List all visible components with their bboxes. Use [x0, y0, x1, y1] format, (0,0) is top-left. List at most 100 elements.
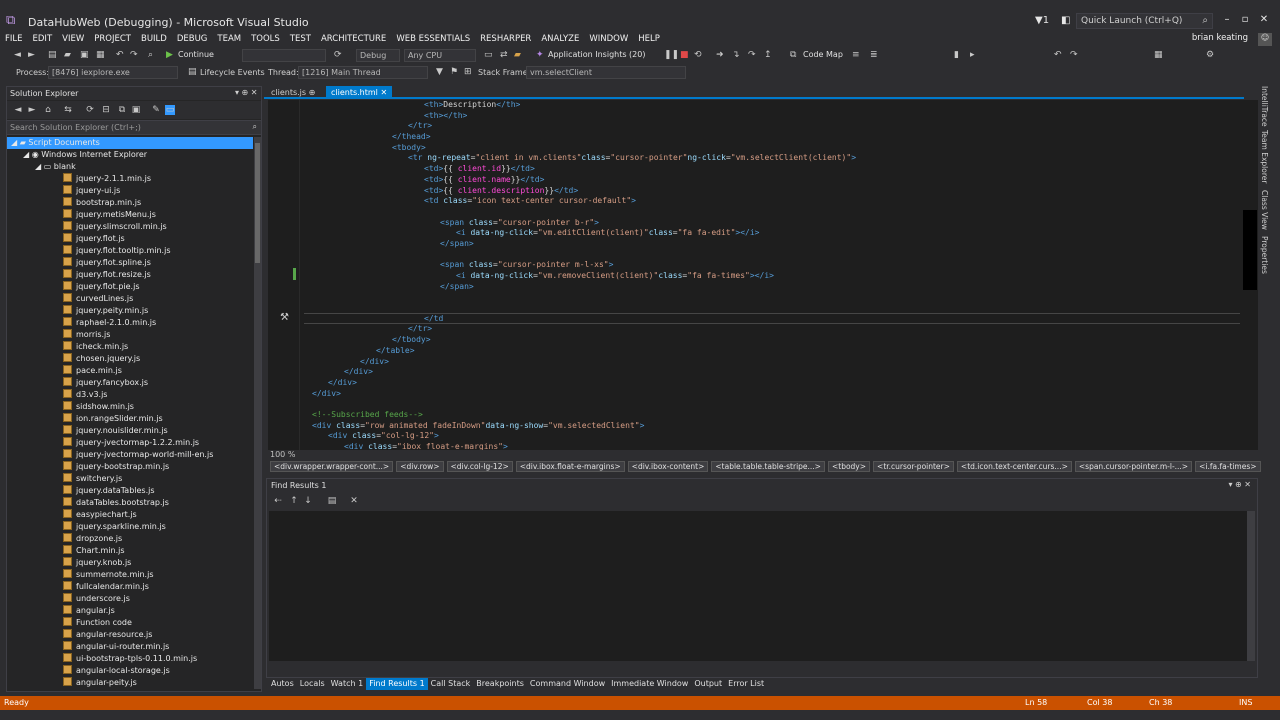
editor-scroll-thumb[interactable]: [1243, 210, 1257, 290]
list-item[interactable]: angular-local-storage.js: [7, 665, 253, 677]
code-line[interactable]: <div class="row animated fadeInDown"data…: [304, 421, 1234, 432]
user-name[interactable]: brian keating: [1192, 33, 1248, 43]
list-item[interactable]: jquery.peity.min.js: [7, 305, 253, 317]
breadcrumb-item[interactable]: <div.row>: [396, 461, 444, 472]
list-item[interactable]: bootstrap.min.js: [7, 197, 253, 209]
next-bookmark-icon[interactable]: ▸: [970, 48, 975, 62]
forward-icon[interactable]: ►: [27, 105, 37, 115]
previous-result-icon[interactable]: ↑: [289, 496, 299, 506]
code-line[interactable]: <td>{{ client.description}}</td>: [304, 186, 1234, 197]
solution-scroll-thumb[interactable]: [255, 143, 260, 263]
filter-icon[interactable]: ▼: [436, 65, 443, 79]
restart-icon[interactable]: ⟲: [694, 48, 702, 62]
tree-root[interactable]: ◢ ▰ Script Documents: [7, 137, 253, 149]
avatar[interactable]: ☺: [1258, 33, 1272, 46]
minimize-icon[interactable]: –: [1219, 14, 1235, 28]
menu-web-essentials[interactable]: WEB ESSENTIALS: [391, 33, 475, 46]
list-item[interactable]: ion.rangeSlider.min.js: [7, 413, 253, 425]
code-line[interactable]: <span class="cursor-pointer m-l-xs">: [304, 260, 1234, 271]
tab-watch[interactable]: Watch 1: [328, 678, 367, 690]
bookmark-icon[interactable]: ▮: [954, 48, 959, 62]
list-item[interactable]: fullcalendar.min.js: [7, 581, 253, 593]
list-item[interactable]: jquery.dataTables.js: [7, 485, 253, 497]
list-item[interactable]: pace.min.js: [7, 365, 253, 377]
tree-blank[interactable]: ◢ ▭ blank: [7, 161, 253, 173]
list-item[interactable]: jquery.metisMenu.js: [7, 209, 253, 221]
code-line[interactable]: </tbody>: [304, 335, 1234, 346]
menu-project[interactable]: PROJECT: [89, 33, 136, 46]
pin-icon[interactable]: ▾ ⊕ ✕: [235, 88, 258, 97]
list-item[interactable]: easypiechart.js: [7, 509, 253, 521]
tab-clients-html[interactable]: clients.html ✕: [326, 86, 393, 99]
code-line[interactable]: <tbody>: [304, 143, 1234, 154]
settings-icon[interactable]: ⚙: [1206, 48, 1214, 62]
code-line[interactable]: <span class="cursor-pointer b-r">: [304, 218, 1234, 229]
list-item[interactable]: jquery.flot.js: [7, 233, 253, 245]
code-line[interactable]: </span>: [304, 239, 1234, 250]
list-item[interactable]: morris.js: [7, 329, 253, 341]
menu-file[interactable]: FILE: [0, 33, 28, 46]
back-icon[interactable]: ◄: [14, 48, 21, 62]
code-line[interactable]: <th></th>: [304, 111, 1234, 122]
code-line[interactable]: </tr>: [304, 121, 1234, 132]
flag-threads-icon[interactable]: ⚑: [450, 65, 458, 79]
list-item[interactable]: jquery.flot.resize.js: [7, 269, 253, 281]
save-icon[interactable]: ▣: [80, 48, 89, 62]
new-project-icon[interactable]: ▤: [48, 48, 57, 62]
code-line[interactable]: [304, 399, 1234, 410]
find-results-scrollbar[interactable]: [1247, 511, 1255, 661]
breadcrumb-item[interactable]: <span.cursor-pointer.m-l-...>: [1074, 461, 1193, 472]
menu-window[interactable]: WINDOW: [584, 33, 633, 46]
list-item[interactable]: ui-bootstrap-tpls-0.11.0.min.js: [7, 653, 253, 665]
rail-intellitrace[interactable]: IntelliTrace: [1260, 86, 1269, 127]
list-item[interactable]: angular-ui-router.min.js: [7, 641, 253, 653]
stop-icon[interactable]: ■: [680, 48, 689, 62]
code-line[interactable]: <div class="ibox float-e-margins">: [304, 442, 1234, 450]
breadcrumb-item[interactable]: <div.ibox-content>: [627, 461, 709, 472]
breadcrumb-item[interactable]: <td.icon.text-center.curs...>: [956, 461, 1072, 472]
go-to-location-icon[interactable]: ⇠: [273, 496, 283, 506]
forward-icon[interactable]: ►: [28, 48, 35, 62]
breadcrumb-item[interactable]: <i.fa.fa-times>: [1195, 461, 1261, 472]
zoom-level[interactable]: 100 %: [268, 450, 1240, 461]
list-item[interactable]: chosen.jquery.js: [7, 353, 253, 365]
tab-clients-js[interactable]: clients.js ⊕: [266, 86, 320, 99]
list-item[interactable]: angular-peity.js: [7, 677, 253, 689]
properties-icon[interactable]: ▣: [131, 105, 141, 115]
home-icon[interactable]: ⌂: [43, 105, 53, 115]
redo-icon[interactable]: ↷: [130, 48, 138, 62]
preview-icon[interactable]: ▭: [165, 105, 175, 115]
code-line[interactable]: <td>{{ client.name}}</td>: [304, 175, 1234, 186]
list-item[interactable]: sidshow.min.js: [7, 401, 253, 413]
code-editor[interactable]: <th>Description</th> <th></th> </tr> </thea…: [268, 100, 1240, 450]
list-item[interactable]: jquery.nouislider.min.js: [7, 425, 253, 437]
menu-help[interactable]: HELP: [633, 33, 665, 46]
save-all-icon[interactable]: ▦: [96, 48, 105, 62]
menu-architecture[interactable]: ARCHITECTURE: [316, 33, 391, 46]
continue-button[interactable]: Continue: [178, 48, 214, 62]
uncomment-icon[interactable]: ≣: [870, 48, 878, 62]
application-insights-button[interactable]: Application Insights (20): [548, 48, 645, 62]
browser-dropdown[interactable]: [242, 49, 326, 62]
code-line[interactable]: <i data-ng-click="vm.editClient(client)"…: [304, 228, 1234, 239]
tab-find-results[interactable]: Find Results 1: [366, 678, 428, 690]
code-line[interactable]: <!--Subscribed feeds-->: [304, 410, 1234, 421]
rail-team-explorer[interactable]: Team Explorer: [1260, 130, 1269, 183]
list-item[interactable]: Function code: [7, 617, 253, 629]
next-result-icon[interactable]: ↓: [303, 496, 313, 506]
tree-node[interactable]: ◢ ◉ Windows Internet Explorer: [7, 149, 253, 161]
configuration-dropdown[interactable]: Debug: [356, 49, 400, 62]
code-content[interactable]: <th>Description</th> <th></th> </tr> </thea…: [304, 100, 1234, 450]
back-icon[interactable]: ◄: [13, 105, 23, 115]
close-icon[interactable]: ✕: [380, 88, 387, 97]
code-line[interactable]: <td class="icon text-center cursor-defau…: [304, 196, 1234, 207]
quick-launch-input[interactable]: Quick Launch (Ctrl+Q) ⌕: [1076, 13, 1213, 29]
code-line[interactable]: </span>: [304, 282, 1234, 293]
breadcrumb-item[interactable]: <div.wrapper.wrapper-cont...>: [270, 461, 394, 472]
list-item[interactable]: d3.v3.js: [7, 389, 253, 401]
tab-autos[interactable]: Autos: [268, 678, 297, 690]
code-line[interactable]: </tr>: [304, 324, 1234, 335]
lightbulb-icon[interactable]: ⚒: [280, 312, 289, 323]
list-item[interactable]: jquery.sparkline.min.js: [7, 521, 253, 533]
tab-error-list[interactable]: Error List: [725, 678, 767, 690]
